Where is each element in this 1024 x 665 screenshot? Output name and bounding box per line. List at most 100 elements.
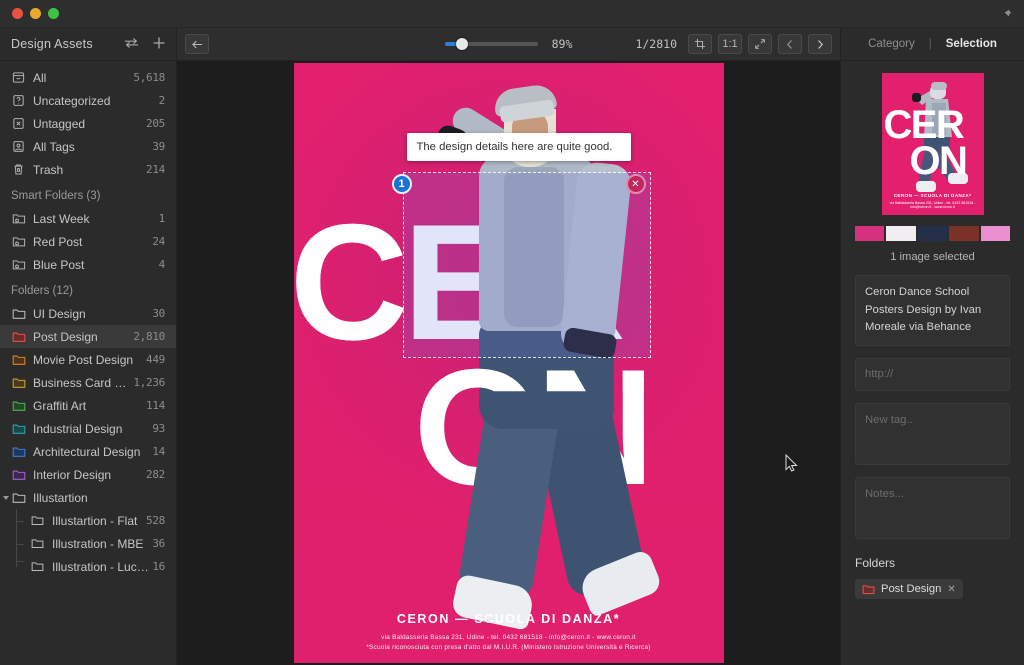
tab-category[interactable]: Category [868, 38, 915, 50]
sidebar-header: Design Assets [0, 28, 176, 61]
crop-icon[interactable] [688, 34, 712, 54]
untagged-icon [11, 116, 26, 131]
trash-icon [11, 162, 26, 177]
palette-swatch-5[interactable] [980, 226, 1011, 241]
tab-selection[interactable]: Selection [946, 38, 997, 50]
sidebar-item-business-card-design[interactable]: Business Card Design 1,236 [0, 371, 176, 394]
uncategorized-icon [11, 93, 26, 108]
palette-swatch-3[interactable] [917, 226, 948, 241]
sidebar-item-blue-post[interactable]: Blue Post 4 [0, 253, 176, 276]
image-viewer[interactable]: CER ON [177, 61, 840, 665]
poster-footer-line-1: via Baldasseria Bassa 231, Udine - tel. … [381, 634, 636, 641]
selected-image-thumbnail[interactable]: CER ON CERON — SCUOLA DI DANZA* via Bald… [881, 73, 984, 215]
sidebar-item-count: 36 [152, 537, 165, 550]
close-window-button[interactable] [12, 8, 23, 19]
poster-footer: CERON — SCUOLA DI DANZA* via Baldasseria… [294, 612, 724, 651]
url-field[interactable]: http:// [855, 357, 1010, 391]
sidebar-item-count: 528 [146, 514, 165, 527]
sidebar-item-illustartion[interactable]: Illustartion [0, 486, 176, 509]
sidebar-item-count: 2,810 [133, 330, 165, 343]
description-field[interactable]: Ceron Dance School Posters Design by Iva… [855, 275, 1010, 346]
folder-icon [11, 444, 26, 459]
minimize-window-button[interactable] [30, 8, 41, 19]
sidebar-item-count: 24 [152, 235, 165, 248]
sidebar-item-count: 5,618 [133, 71, 165, 84]
sidebar-item-red-post[interactable]: Red Post 24 [0, 230, 176, 253]
sidebar-item-all-tags[interactable]: All Tags 39 [0, 135, 176, 158]
zoom-slider-handle[interactable] [455, 38, 468, 50]
sidebar-item-illustration-luca[interactable]: Illustration - Luca... 16 [0, 555, 176, 578]
sidebar-item-illustration-mbe[interactable]: Illustration - MBE 36 [0, 532, 176, 555]
back-button[interactable] [185, 34, 209, 54]
toolbar-right-group: 1/2810 1:1 [635, 34, 832, 54]
poster-footer-line-2: *Scuola riconosciuta con presa d'atto da… [366, 644, 651, 651]
actual-size-button[interactable]: 1:1 [718, 34, 742, 54]
sidebar-item-label: Trash [33, 162, 64, 177]
folder-icon [11, 421, 26, 436]
fit-screen-icon[interactable] [748, 34, 772, 54]
annotation-callout[interactable]: The design details here are quite good. [406, 133, 631, 161]
notes-field[interactable]: Notes... [855, 477, 1010, 539]
sidebar-item-illustartion-flat[interactable]: Illustartion - Flat 528 [0, 509, 176, 532]
next-image-button[interactable] [808, 34, 832, 54]
viewer-toolbar: 89% 1/2810 1:1 [177, 28, 840, 61]
window-controls[interactable] [0, 8, 59, 19]
sidebar-item-count: 93 [152, 422, 165, 435]
prev-image-button[interactable] [778, 34, 802, 54]
annotation-pin-number[interactable]: 1 [391, 174, 412, 194]
sidebar-item-ui-design[interactable]: UI Design 30 [0, 302, 176, 325]
sidebar-item-last-week[interactable]: Last Week 1 [0, 207, 176, 230]
annotation-selection-rect[interactable] [402, 172, 651, 358]
annotation-close-icon[interactable]: ✕ [625, 174, 646, 194]
maximize-window-button[interactable] [48, 8, 59, 19]
folder-icon [11, 352, 26, 367]
folder-icon [11, 467, 26, 482]
selection-count-label: 1 image selected [890, 251, 975, 263]
plus-icon[interactable] [152, 36, 166, 52]
sidebar-item-industrial-design[interactable]: Industrial Design 93 [0, 417, 176, 440]
sidebar-item-label: Interior Design [33, 467, 112, 482]
sidebar-item-count: 214 [146, 163, 165, 176]
thumbnail-wrapper: CER ON CERON — SCUOLA DI DANZA* via Bald… [855, 73, 1010, 215]
folder-icon [11, 375, 26, 390]
sidebar-item-post-design[interactable]: Post Design 2,810 [0, 325, 176, 348]
zoom-slider[interactable] [444, 38, 538, 50]
folders-heading: Folders (12) [11, 285, 73, 297]
sidebar-item-count: 39 [152, 140, 165, 153]
chevron-down-icon[interactable] [3, 495, 9, 500]
sidebar-item-uncategorized[interactable]: Uncategorized 2 [0, 89, 176, 112]
sidebar-item-untagged[interactable]: Untagged 205 [0, 112, 176, 135]
sort-swap-icon[interactable] [124, 37, 139, 51]
sidebar-item-interior-design[interactable]: Interior Design 282 [0, 463, 176, 486]
mouse-cursor [785, 453, 799, 472]
palette-swatch-2[interactable] [886, 226, 916, 241]
poster-footer-title: CERON — SCUOLA DI DANZA* [396, 612, 621, 626]
poster-image[interactable]: CER ON [293, 63, 724, 663]
sidebar-item-trash[interactable]: Trash 214 [0, 158, 176, 181]
sidebar-item-all[interactable]: All 5,618 [0, 66, 176, 89]
pin-icon[interactable] [996, 4, 1016, 24]
palette-swatch-4[interactable] [949, 226, 979, 241]
palette-swatch-1[interactable] [855, 226, 885, 241]
sidebar-item-label: Business Card Design [33, 375, 133, 390]
sidebar-scroll-area[interactable]: All 5,618 Uncategorized 2 Untagged 205 A… [0, 61, 176, 665]
sidebar-item-label: Post Design [33, 329, 98, 344]
app-window: Design Assets All 5,618 Uncategorized 2 … [0, 0, 1024, 665]
close-icon[interactable]: ✕ [947, 584, 955, 595]
library-title: Design Assets [11, 37, 93, 51]
thumbnail-footer-title: CERON — SCUOLA DI DANZA* [893, 193, 972, 198]
all-icon [11, 70, 26, 85]
sidebar-item-architectural-design[interactable]: Architectural Design 14 [0, 440, 176, 463]
folder-chip-post-design[interactable]: Post Design ✕ [855, 579, 963, 599]
sidebar-item-count: 449 [146, 353, 165, 366]
inspector-panel: Category | Selection CER ON CERON — SCUO… [840, 28, 1024, 665]
sidebar-item-label: Illustration - Luca... [52, 559, 153, 574]
color-palette [855, 226, 1011, 241]
sidebar-item-label: UI Design [33, 306, 86, 321]
folder-icon [11, 398, 26, 413]
title-bar [0, 0, 1024, 28]
new-tag-field[interactable]: New tag.. [855, 403, 1010, 465]
tab-divider: | [928, 38, 932, 50]
sidebar-item-graffiti-art[interactable]: Graffiti Art 114 [0, 394, 176, 417]
sidebar-item-movie-post-design[interactable]: Movie Post Design 449 [0, 348, 176, 371]
